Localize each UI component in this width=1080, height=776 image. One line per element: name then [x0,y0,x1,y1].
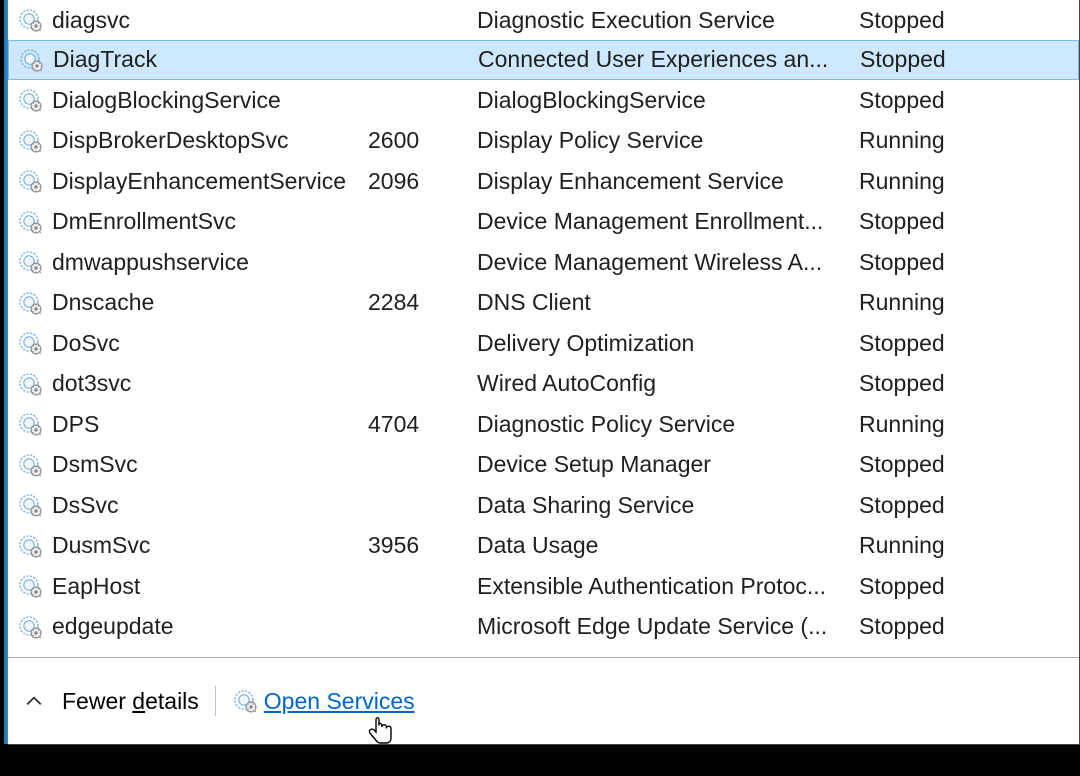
service-pid: 2600 [362,127,477,154]
service-description: Diagnostic Execution Service [477,7,859,34]
service-icon [8,290,52,316]
service-status: Running [859,127,1079,154]
service-description: Microsoft Edge Update Service (... [477,613,859,640]
service-name: diagsvc [52,7,362,34]
open-services-link[interactable]: Open Services [232,688,415,715]
service-name: DispBrokerDesktopSvc [52,127,362,154]
service-description: Diagnostic Policy Service [477,411,859,438]
service-row[interactable]: DsSvc Data Sharing ServiceStopped [8,485,1079,526]
service-icon [8,371,52,397]
service-icon [8,209,52,235]
service-row[interactable]: DPS4704Diagnostic Policy ServiceRunning [8,404,1079,445]
service-icon [8,128,52,154]
services-list[interactable]: diagsvcDiagnostic Execution ServiceStopp… [8,0,1079,657]
service-status: Running [859,532,1079,559]
service-icon [232,688,258,714]
service-status: Stopped [859,492,1079,519]
service-row[interactable]: Dnscache2284DNS ClientRunning [8,283,1079,324]
service-icon [8,7,52,33]
service-status: Stopped [859,370,1079,397]
service-name: DiagTrack [53,46,363,73]
service-description: Delivery Optimization [477,330,859,357]
open-services-label-accesskey: S [326,688,341,714]
service-row[interactable]: diagsvc Diagnostic Execution ServiceStopp… [8,0,1079,41]
service-name: Dnscache [52,289,362,316]
service-name: DusmSvc [52,532,362,559]
service-description: Data Sharing Service [477,492,859,519]
service-row[interactable]: DmEnrollmentSvc Device Management Enrollm… [8,202,1079,243]
service-name: DialogBlockingService [52,87,362,114]
fewer-details-label-pre: Fewer [62,688,132,714]
service-description: DialogBlockingService [477,87,859,114]
service-status: Stopped [859,7,1079,34]
service-status: Stopped [859,451,1079,478]
service-description: Display Policy Service [477,127,859,154]
fewer-details-label-post: etails [145,688,199,714]
service-status: Stopped [859,330,1079,357]
service-name: DsmSvc [52,451,362,478]
service-icon [8,168,52,194]
service-status: Stopped [859,87,1079,114]
service-pid: 3956 [362,532,477,559]
service-icon [8,573,52,599]
service-name: DPS [52,411,362,438]
service-icon [8,533,52,559]
task-manager-services-panel: diagsvcDiagnostic Execution ServiceStopp… [8,0,1080,745]
service-description: Extensible Authentication Protoc... [477,573,859,600]
service-icon [8,411,52,437]
service-status: Stopped [859,573,1079,600]
service-name: edgeupdate [52,613,362,640]
service-row[interactable]: DialogBlockingService DialogBlockingServi… [8,80,1079,121]
service-name: EapHost [52,573,362,600]
service-status: Stopped [859,613,1079,640]
service-row[interactable]: DiagTrack Connected User Experiences an..… [8,40,1079,81]
service-row[interactable]: edgeupdate Microsoft Edge Update Service … [8,607,1079,648]
service-row[interactable]: EapHost Extensible Authentication Protoc.… [8,566,1079,607]
service-row[interactable]: DispBrokerDesktopSvc2600Display Policy S… [8,121,1079,162]
service-icon [9,47,53,73]
service-row[interactable]: DsmSvc Device Setup ManagerStopped [8,445,1079,486]
service-pid: 2096 [362,168,477,195]
open-services-label-post: ervices [342,688,415,714]
service-description: Device Setup Manager [477,451,859,478]
service-icon [8,87,52,113]
service-name: DmEnrollmentSvc [52,208,362,235]
fewer-details-label-accesskey: d [132,688,145,714]
service-status: Stopped [859,208,1079,235]
open-services-label-pre: Open [264,688,327,714]
service-name: DoSvc [52,330,362,357]
service-status: Stopped [859,249,1079,276]
fewer-details-button[interactable]: Fewer details [62,688,199,715]
service-row[interactable]: dot3svc Wired AutoConfigStopped [8,364,1079,405]
service-description: Wired AutoConfig [477,370,859,397]
footer-bar: Fewer details Open Services [8,657,1079,744]
service-row[interactable]: DoSvc Delivery OptimizationStopped [8,323,1079,364]
service-description: Device Management Enrollment... [477,208,859,235]
service-description: Display Enhancement Service [477,168,859,195]
service-description: Device Management Wireless A... [477,249,859,276]
service-status: Stopped [860,46,1078,73]
service-row[interactable]: dmwappushservice Device Management Wirele… [8,242,1079,283]
service-status: Running [859,289,1079,316]
service-icon [8,452,52,478]
service-description: Data Usage [477,532,859,559]
service-name: DsSvc [52,492,362,519]
service-icon [8,614,52,640]
chevron-up-icon[interactable] [22,689,46,713]
service-description: DNS Client [477,289,859,316]
service-name: dmwappushservice [52,249,362,276]
service-description: Connected User Experiences an... [478,46,860,73]
service-row[interactable]: DusmSvc3956Data UsageRunning [8,526,1079,567]
service-name: dot3svc [52,370,362,397]
service-pid: 4704 [362,411,477,438]
service-name: DisplayEnhancementService [52,168,362,195]
service-icon [8,330,52,356]
separator [215,686,216,716]
service-pid: 2284 [362,289,477,316]
service-icon [8,249,52,275]
service-status: Running [859,411,1079,438]
service-status: Running [859,168,1079,195]
service-row[interactable]: DisplayEnhancementService2096Display Enh… [8,161,1079,202]
service-icon [8,492,52,518]
